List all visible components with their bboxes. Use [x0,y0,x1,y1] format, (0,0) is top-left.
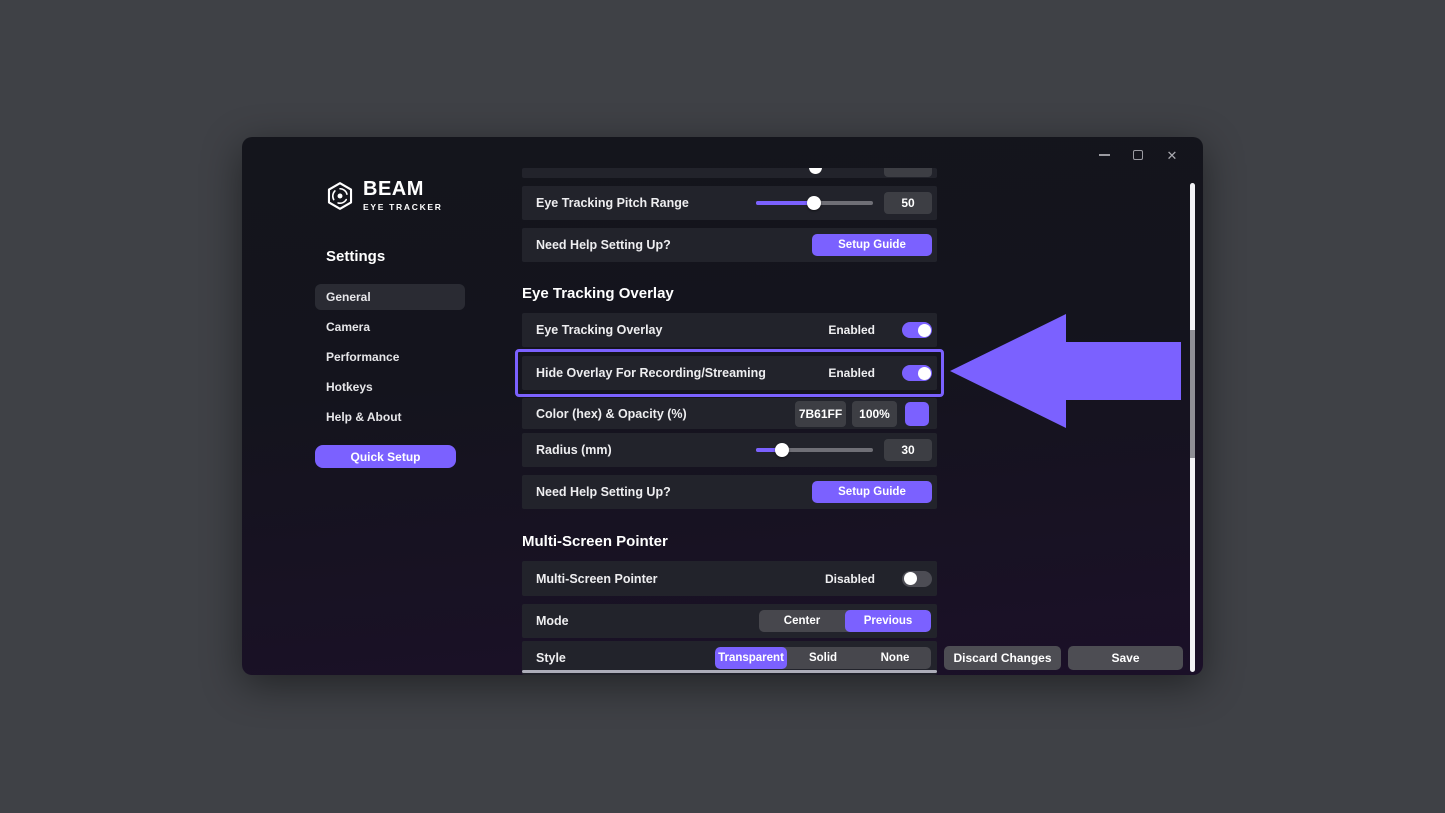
discard-changes-button[interactable]: Discard Changes [944,646,1061,670]
overlay-toggle[interactable] [902,322,932,338]
opacity-input[interactable]: 100% [852,401,897,427]
overlay-state-label: Enabled [828,323,875,337]
slider-thumb-sliver[interactable] [809,168,822,174]
mode-label: Mode [536,614,569,628]
app-logo: BEAM EYE TRACKER [325,179,443,212]
setup-guide-button-2[interactable]: Setup Guide [812,481,932,503]
style-option-transparent[interactable]: Transparent [715,647,787,669]
maximize-icon [1133,150,1143,160]
sidebar-item-general[interactable]: General [315,284,465,310]
save-button[interactable]: Save [1068,646,1183,670]
pitch-range-row: Eye Tracking Pitch Range 50 [522,186,937,220]
close-icon: ✕ [1167,149,1178,162]
color-opacity-row: Color (hex) & Opacity (%) 7B61FF 100% [522,398,937,429]
settings-window: ✕ BEAM EYE TRACKER Settings General Came… [242,137,1203,675]
pitch-range-value[interactable]: 50 [884,192,932,214]
mode-option-center[interactable]: Center [759,610,845,632]
overlay-toggle-row: Eye Tracking Overlay Enabled [522,313,937,347]
style-option-none[interactable]: None [859,647,931,669]
mode-option-previous[interactable]: Previous [845,610,931,632]
sidebar-item-performance[interactable]: Performance [315,344,465,370]
multi-screen-pointer-row: Multi-Screen Pointer Disabled [522,561,937,596]
app-subtitle: EYE TRACKER [363,202,443,212]
color-opacity-label: Color (hex) & Opacity (%) [536,407,687,421]
minimize-icon [1099,154,1110,156]
help-row-2: Need Help Setting Up? Setup Guide [522,475,937,509]
sidebar-item-help-about[interactable]: Help & About [315,404,465,430]
titlebar-controls: ✕ [1087,141,1189,169]
color-hex-input[interactable]: 7B61FF [795,401,846,427]
mode-segmented-control: Center Previous [759,610,931,632]
pitch-range-slider[interactable] [756,196,873,210]
settings-content: Eye Tracking Pitch Range 50 Need Help Se… [522,137,937,675]
color-swatch[interactable] [905,402,929,426]
pitch-slider-thumb[interactable] [807,196,821,210]
style-option-solid[interactable]: Solid [787,647,859,669]
close-button[interactable]: ✕ [1155,141,1189,169]
value-box-sliver [884,168,932,177]
quick-setup-button[interactable]: Quick Setup [315,445,456,468]
radius-value[interactable]: 30 [884,439,932,461]
overlay-section-title: Eye Tracking Overlay [522,285,937,305]
overlay-toggle-label: Eye Tracking Overlay [536,323,662,337]
help-label: Need Help Setting Up? [536,238,671,252]
hide-overlay-label: Hide Overlay For Recording/Streaming [536,366,766,380]
mode-row: Mode Center Previous [522,604,937,638]
hide-overlay-state-label: Enabled [828,366,875,380]
style-segmented-control: Transparent Solid None [715,647,931,669]
pointer-state-label: Disabled [825,572,875,586]
radius-label: Radius (mm) [536,443,612,457]
sidebar-nav: General Camera Performance Hotkeys Help … [315,284,465,434]
multi-screen-pointer-label: Multi-Screen Pointer [536,572,658,586]
horizontal-scrollbar[interactable] [522,670,937,673]
vertical-scrollbar-thumb[interactable] [1190,330,1195,458]
radius-slider[interactable] [756,443,873,457]
clipped-row [522,168,937,178]
hide-overlay-toggle[interactable] [902,365,932,381]
settings-heading: Settings [326,248,385,265]
app-name: BEAM [363,179,443,199]
highlight-outline: Hide Overlay For Recording/Streaming Ena… [515,349,944,397]
maximize-button[interactable] [1121,141,1155,169]
style-label: Style [536,651,566,665]
minimize-button[interactable] [1087,141,1121,169]
radius-row: Radius (mm) 30 [522,433,937,467]
radius-slider-thumb[interactable] [775,443,789,457]
pitch-range-label: Eye Tracking Pitch Range [536,196,689,210]
pointer-section-title: Multi-Screen Pointer [522,533,937,553]
hide-overlay-row: Hide Overlay For Recording/Streaming Ena… [522,356,937,390]
vertical-scrollbar[interactable] [1190,183,1195,672]
help-label-2: Need Help Setting Up? [536,485,671,499]
beam-logo-icon [325,181,355,211]
setup-guide-button[interactable]: Setup Guide [812,234,932,256]
sidebar-item-camera[interactable]: Camera [315,314,465,340]
sidebar-item-hotkeys[interactable]: Hotkeys [315,374,465,400]
help-row-1: Need Help Setting Up? Setup Guide [522,228,937,262]
multi-screen-pointer-toggle[interactable] [902,571,932,587]
